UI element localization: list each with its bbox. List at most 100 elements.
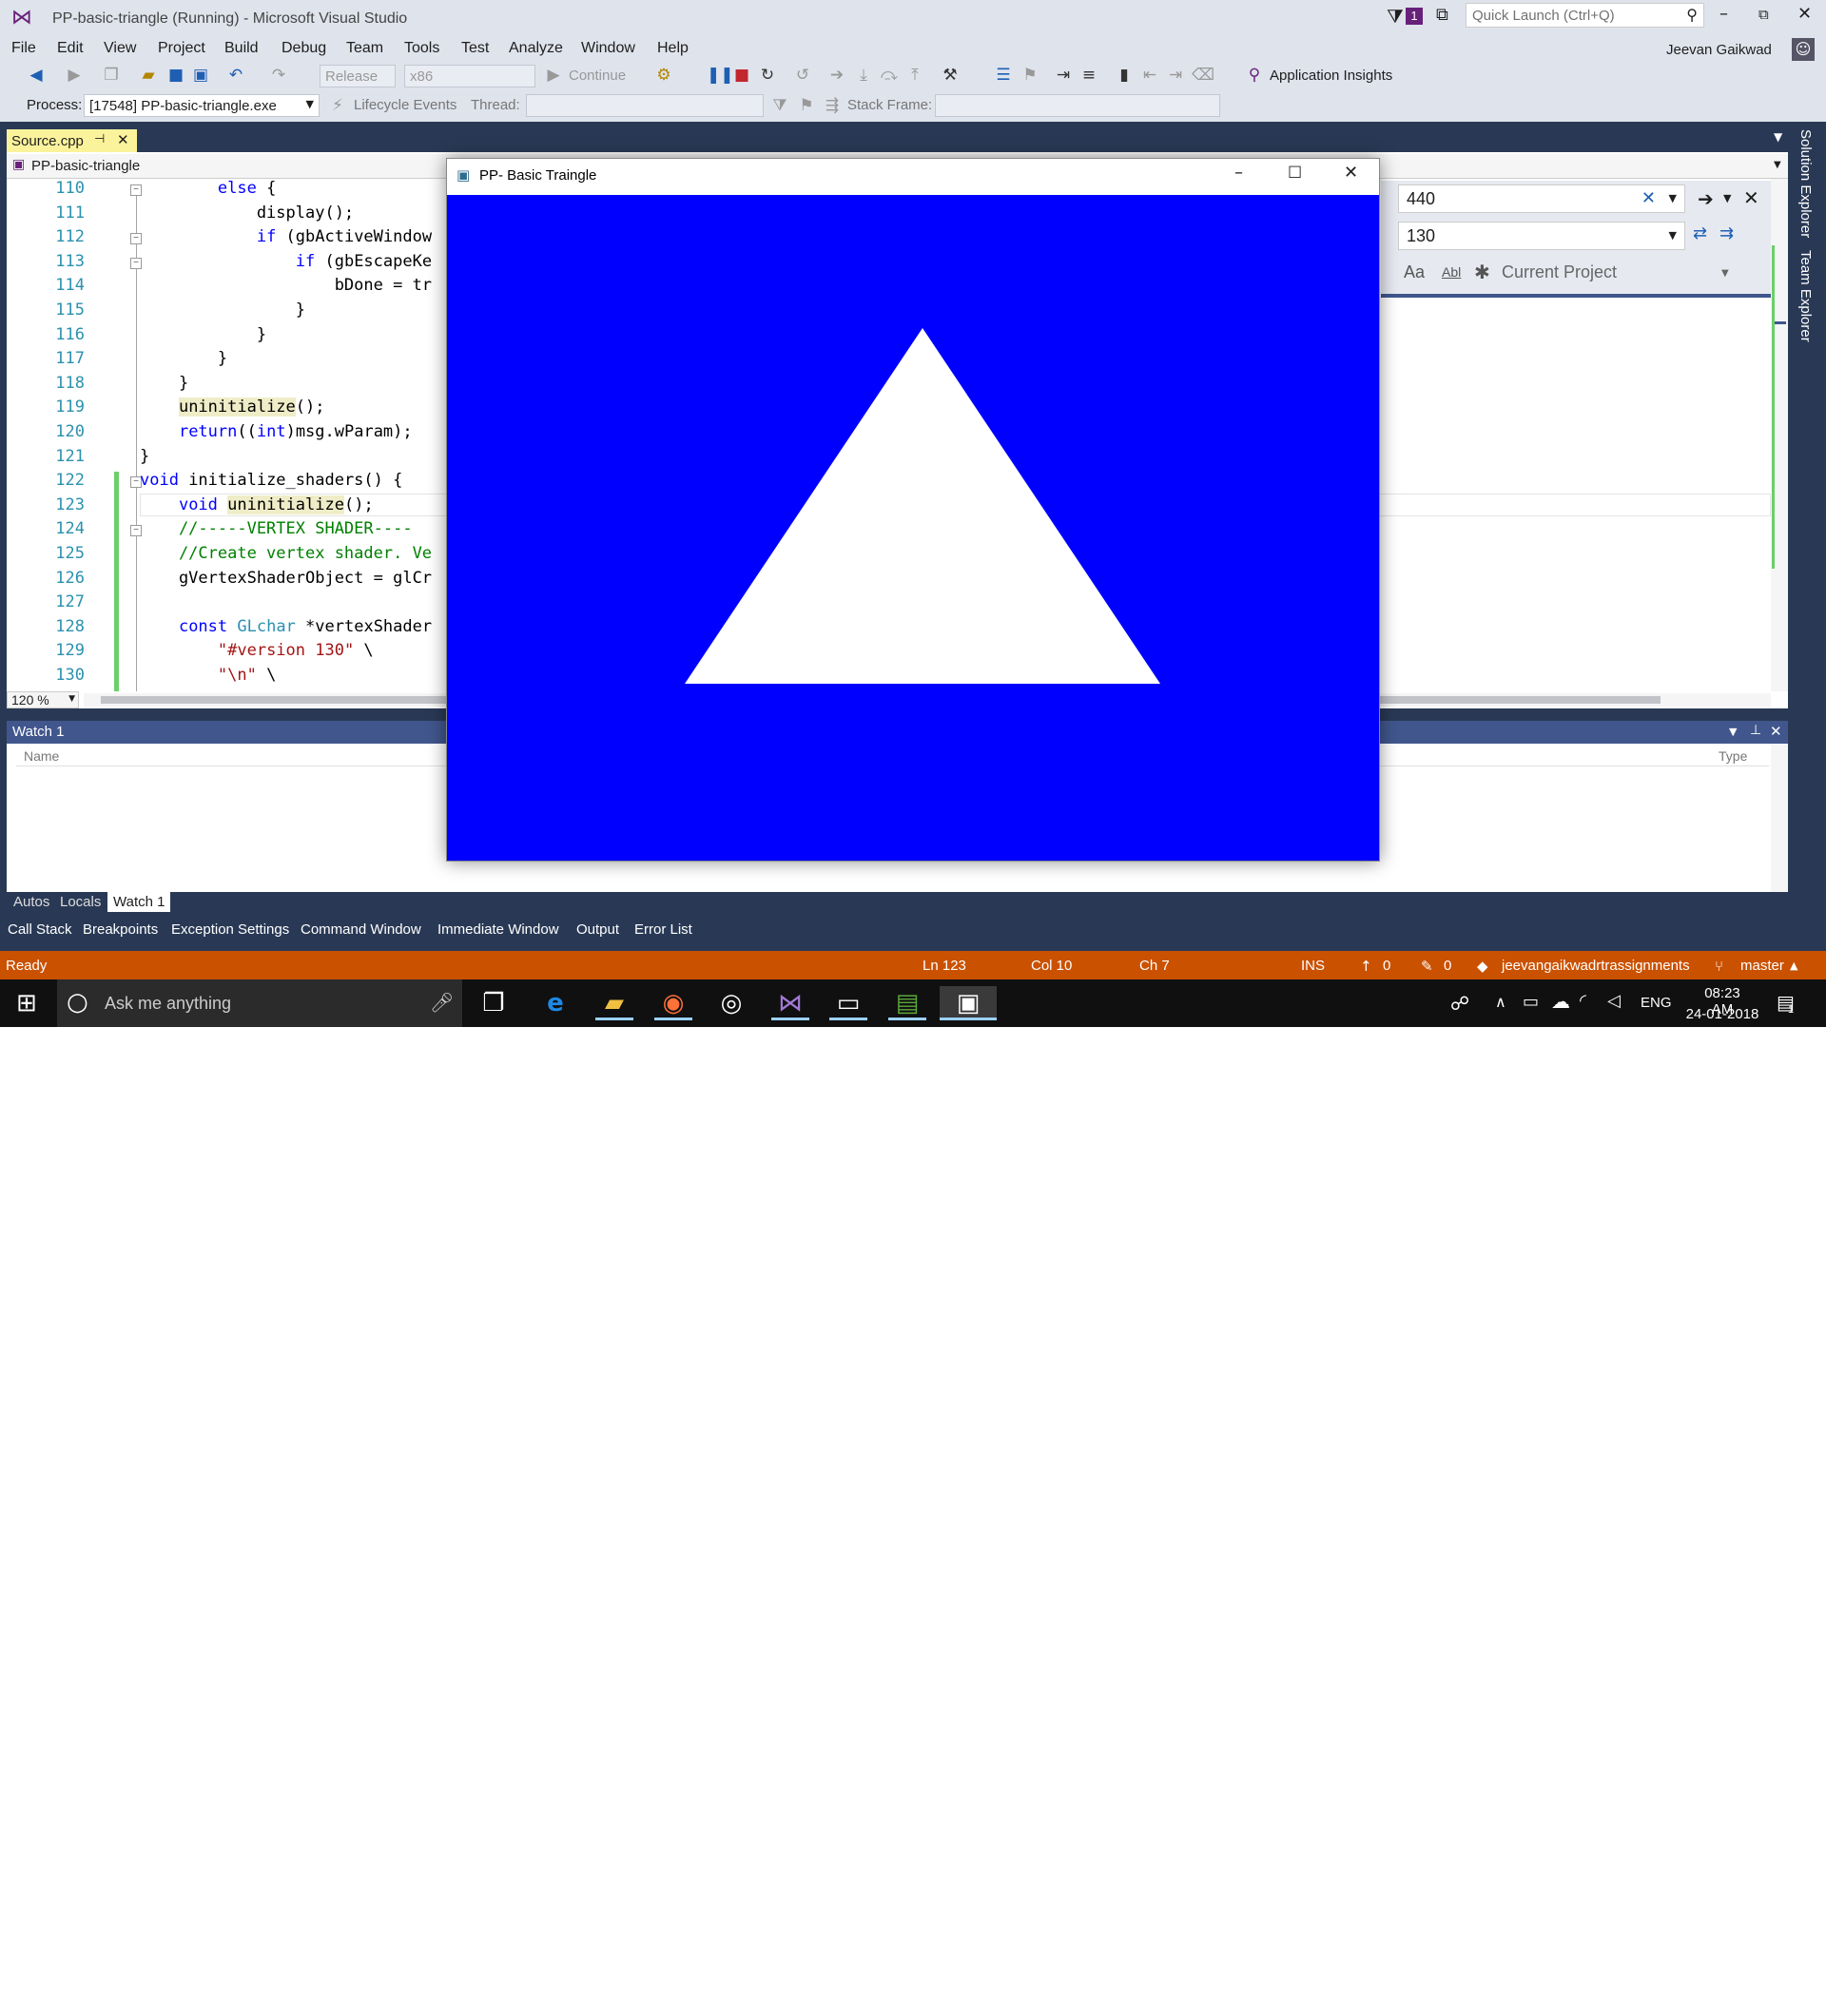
clock-date[interactable]: 24-01-2018 (1683, 1006, 1761, 1022)
step-over-icon[interactable]: ⤼ (880, 66, 899, 85)
thread-dropdown[interactable] (526, 94, 764, 117)
language-indicator[interactable]: ENG (1641, 995, 1672, 1011)
tab-overflow-icon[interactable]: ▼ (1774, 130, 1782, 144)
code-line[interactable]: const GLchar *vertexShader (140, 617, 432, 636)
minimize-icon[interactable]: – (1719, 4, 1728, 24)
code-line[interactable]: } (140, 349, 227, 368)
code-line[interactable]: gVertexShaderObject = glCr (140, 569, 432, 588)
pin-icon[interactable]: ⊣ (94, 132, 105, 146)
gl-render-canvas[interactable] (447, 195, 1379, 861)
tab-autos[interactable]: Autos (13, 894, 49, 910)
watch-menu-icon[interactable]: ▼ (1729, 726, 1737, 738)
menu-file[interactable]: File (11, 40, 36, 57)
code-line[interactable]: "#version 130" \ (140, 641, 374, 660)
back-icon[interactable]: ◀ (27, 66, 46, 85)
menu-window[interactable]: Window (581, 40, 635, 57)
gl-close-icon[interactable]: ✕ (1344, 163, 1358, 183)
clear-bookmark-icon[interactable]: ⌫ (1192, 66, 1214, 85)
people-icon[interactable]: ☍ (1450, 992, 1469, 1015)
visual-studio-icon[interactable]: ⋈ (771, 986, 809, 1020)
menu-view[interactable]: View (104, 40, 136, 57)
edge-icon[interactable]: e (536, 986, 574, 1020)
prev-bookmark-icon[interactable]: ⇤ (1140, 66, 1159, 85)
user-avatar[interactable]: ☺ (1792, 38, 1815, 61)
status-edit-count[interactable]: 0 (1444, 958, 1451, 974)
menu-test[interactable]: Test (461, 40, 489, 57)
nav-chevron-icon[interactable]: ▼ (1774, 160, 1781, 170)
restart-icon[interactable]: ↻ (758, 66, 777, 85)
cortana-search[interactable]: ○ Ask me anything 🎤︎ (57, 979, 462, 1027)
battery-icon[interactable]: ▭ (1523, 992, 1539, 1012)
step-into-icon[interactable]: ⤓ (854, 66, 873, 85)
filter-icon[interactable]: ⧩ (1387, 5, 1404, 28)
redo-icon[interactable]: ↷ (269, 66, 288, 85)
onedrive-icon[interactable]: ☁ (1551, 990, 1570, 1013)
process-dropdown[interactable]: [17548] PP-basic-triangle.exe ▼ (84, 94, 320, 117)
show-next-statement-icon[interactable]: ➔ (827, 66, 846, 85)
match-case-icon[interactable]: Aa (1404, 262, 1425, 282)
code-line[interactable]: bDone = tr (140, 276, 432, 295)
show-hidden-icons[interactable]: ∧ (1495, 993, 1506, 1011)
action-center-count[interactable]: 1 (1788, 1004, 1794, 1016)
scope-chevron-icon[interactable]: ▼ (1721, 268, 1729, 279)
gl-maximize-icon[interactable]: ☐ (1288, 164, 1302, 183)
watch-pin-icon[interactable]: ⊥ (1750, 723, 1761, 738)
application-insights-button[interactable]: Application Insights (1270, 68, 1392, 84)
lifecycle-icon[interactable]: ⚡ (328, 96, 347, 115)
menu-team[interactable]: Team (346, 40, 383, 57)
forward-icon[interactable]: ▶ (65, 66, 84, 85)
lifecycle-events-button[interactable]: Lifecycle Events (354, 97, 456, 113)
tab-source-cpp[interactable]: Source.cpp ⊣ ✕ (7, 129, 137, 152)
filter-threads-icon[interactable]: ⧩ (770, 96, 789, 115)
replace-next-icon[interactable]: ⇄ (1693, 223, 1707, 243)
tab-immediate-window[interactable]: Immediate Window (437, 921, 559, 938)
branch-icon[interactable]: ⑂ (1715, 958, 1723, 975)
new-item-icon[interactable]: ❐ (102, 66, 121, 85)
stack-icon[interactable]: ⇶ (823, 96, 842, 115)
close-icon[interactable]: ✕ (1797, 4, 1812, 24)
watch-close-icon[interactable]: ✕ (1770, 723, 1782, 740)
code-line[interactable]: } (140, 374, 188, 393)
step-out-icon[interactable]: ⤒ (905, 66, 924, 85)
code-line[interactable]: return((int)msg.wParam); (140, 422, 413, 441)
comment-icon[interactable]: ≡ (1079, 66, 1098, 85)
notepad-icon[interactable]: ▤ (888, 986, 926, 1020)
tab-call-stack[interactable]: Call Stack (8, 921, 72, 938)
terminal-icon[interactable]: ▭ (829, 986, 867, 1020)
tab-output[interactable]: Output (576, 921, 619, 938)
stack-frame-dropdown[interactable] (935, 94, 1220, 117)
attach-icon[interactable]: ⚙ (654, 66, 673, 85)
next-bookmark-icon[interactable]: ⇥ (1166, 66, 1185, 85)
code-line[interactable]: //Create vertex shader. Ve (140, 544, 432, 563)
flag-threads-icon[interactable]: ⚑ (797, 96, 816, 115)
gl-app-icon[interactable]: ▣ (940, 986, 997, 1020)
code-line[interactable]: //-----VERTEX SHADER---- (140, 519, 413, 538)
find-input[interactable]: 440 ✕ ▼ (1398, 184, 1685, 213)
branch-up-icon[interactable]: ▲ (1790, 960, 1797, 972)
windows-start-icon[interactable]: ⊞ (16, 989, 37, 1018)
search-history-icon[interactable]: ▼ (1669, 192, 1677, 204)
watch-scrollbar[interactable] (1771, 744, 1788, 892)
volume-icon[interactable]: ◁ (1607, 991, 1621, 1011)
notification-badge[interactable]: 1 (1406, 8, 1423, 25)
stop-icon[interactable]: ■ (732, 66, 751, 85)
tab-locals[interactable]: Locals (60, 894, 101, 910)
tab-team-explorer[interactable]: Team Explorer (1797, 250, 1814, 342)
play-icon[interactable]: ▶ (544, 66, 563, 85)
task-view-icon[interactable]: ❐ (475, 986, 513, 1020)
replace-input[interactable]: 130 ▼ (1398, 222, 1685, 250)
tab-watch-1[interactable]: Watch 1 (107, 892, 171, 912)
user-name[interactable]: Jeevan Gaikwad (1666, 42, 1772, 58)
config-dropdown[interactable]: Release (320, 65, 396, 87)
find-next-icon[interactable]: ➔ (1698, 187, 1714, 210)
thread-icon[interactable]: ☰ (994, 66, 1013, 85)
bookmark-icon[interactable]: ▮ (1115, 66, 1134, 85)
code-line[interactable]: if (gbActiveWindow (140, 227, 432, 246)
gl-app-window[interactable]: ▣ PP- Basic Traingle – ☐ ✕ (446, 158, 1380, 862)
microphone-icon[interactable]: 🎤︎ (430, 991, 454, 1014)
code-line[interactable]: } (140, 300, 305, 320)
indent-icon[interactable]: ⇥ (1054, 66, 1073, 85)
gl-minimize-icon[interactable]: – (1234, 163, 1243, 183)
pencil-icon[interactable]: ✎ (1421, 958, 1433, 975)
menu-build[interactable]: Build (224, 40, 259, 57)
